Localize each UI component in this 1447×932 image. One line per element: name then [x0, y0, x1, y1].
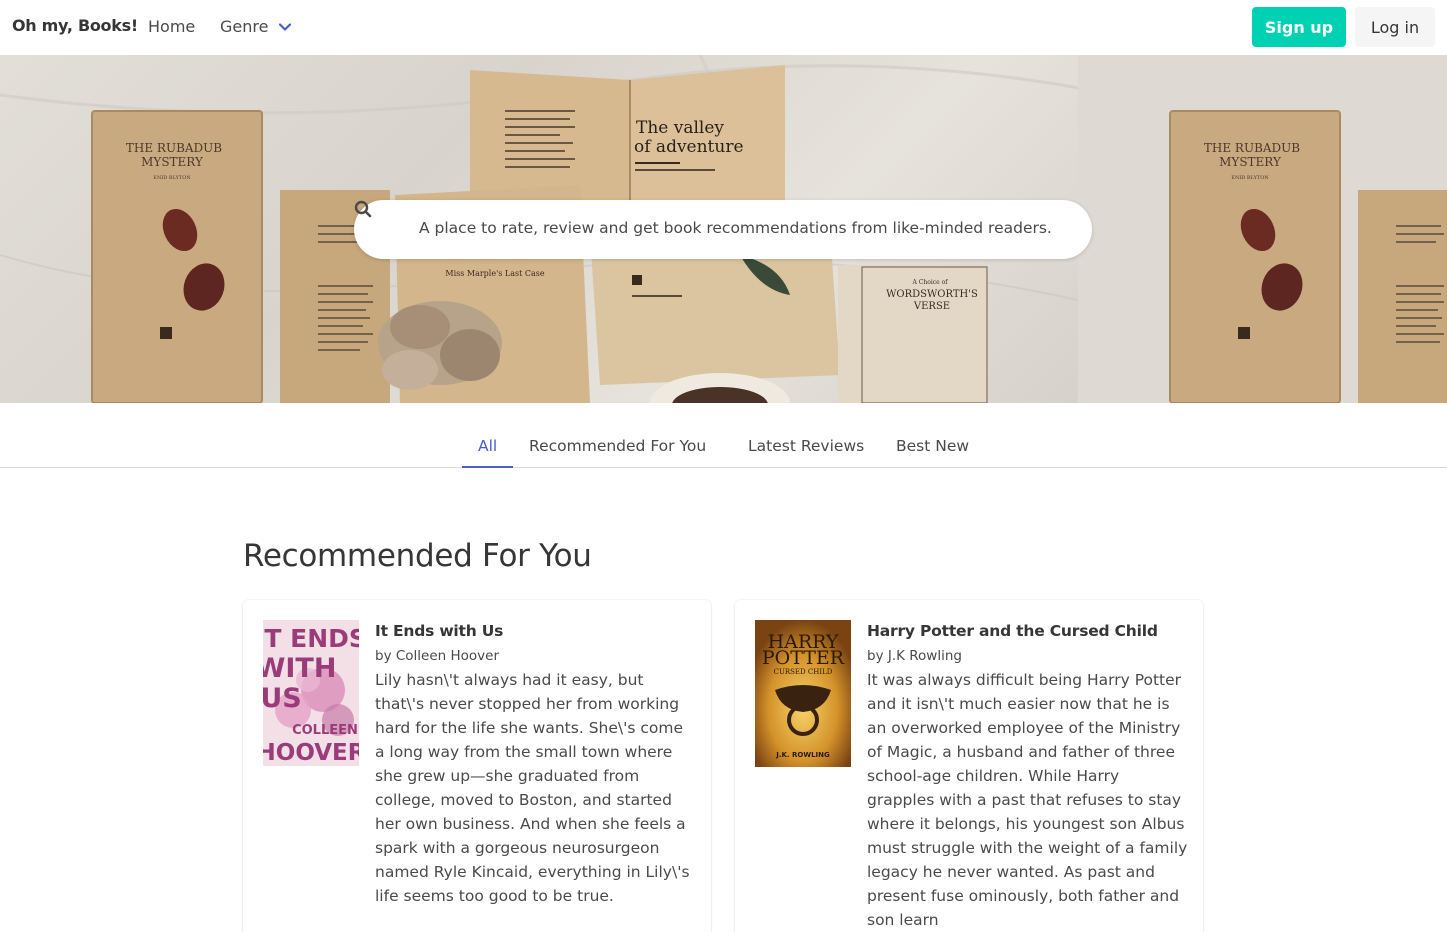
nav-genre-dropdown[interactable]: Genre [220, 17, 268, 36]
book-title[interactable]: Harry Potter and the Cursed Child [867, 622, 1158, 640]
cover-title-line3: US [263, 683, 302, 714]
svg-text:MYSTERY: MYSTERY [1219, 155, 1282, 169]
tab-active-indicator [462, 466, 513, 468]
book-description: Lily hasn\'t always had it easy, but tha… [375, 671, 690, 905]
book-card[interactable]: IT ENDS WITH US COLLEEN HOOVER It Ends w… [243, 600, 711, 932]
svg-text:Miss Marple's Last Case: Miss Marple's Last Case [445, 269, 544, 278]
cover-author-line1: COLLEEN [292, 723, 358, 738]
book-author: by J.K Rowling [867, 648, 962, 664]
cover-title-line1: IT ENDS [263, 624, 359, 653]
search-placeholder: A place to rate, review and get book rec… [419, 219, 1052, 237]
book-cover-image[interactable]: HARRY POTTER CURSED CHILD J.K. ROWLING [755, 620, 851, 767]
tab-recommended-for-you[interactable]: Recommended For You [529, 437, 706, 455]
tab-best-new[interactable]: Best New [896, 437, 969, 455]
svg-text:MYSTERY: MYSTERY [141, 155, 204, 169]
svg-text:ENID BLYTON: ENID BLYTON [1231, 175, 1269, 181]
tab-all[interactable]: All [478, 437, 497, 455]
login-button[interactable]: Log in [1355, 7, 1435, 47]
search-input[interactable]: A place to rate, review and get book rec… [354, 200, 1092, 259]
book-card[interactable]: HARRY POTTER CURSED CHILD J.K. ROWLING H… [735, 600, 1203, 932]
hero-banner: THE RUBADUB MYSTERY ENID BLYTON The vall… [0, 55, 1447, 403]
cover-title-line2: POTTER [762, 647, 845, 669]
tab-latest-reviews[interactable]: Latest Reviews [748, 437, 864, 455]
svg-text:VERSE: VERSE [913, 301, 950, 312]
svg-text:WORDSWORTH'S: WORDSWORTH'S [886, 289, 978, 300]
cover-author: J.K. ROWLING [775, 751, 830, 759]
cover-title-line2: WITH [263, 653, 336, 684]
brand-logo[interactable]: Oh my, Books! [12, 16, 138, 35]
dried-flowers [378, 301, 502, 390]
navbar: Oh my, Books! Home Genre Sign up Log in [0, 0, 1447, 55]
svg-text:THE RUBADUB: THE RUBADUB [126, 141, 222, 155]
svg-text:The valley: The valley [636, 118, 724, 138]
book-rubadub-left: THE RUBADUB MYSTERY ENID BLYTON [91, 110, 263, 403]
nav-home-link[interactable]: Home [148, 17, 195, 36]
book-title[interactable]: It Ends with Us [375, 622, 503, 640]
book-description: It was always difficult being Harry Pott… [867, 671, 1188, 929]
book-rubadub-right: THE RUBADUB MYSTERY ENID BLYTON [1169, 110, 1341, 403]
book-wordsworth: A Choice of WORDSWORTH'S VERSE [838, 265, 988, 403]
content-tabs: All Recommended For You Latest Reviews B… [0, 403, 1447, 468]
section-title: Recommended For You [243, 538, 592, 574]
svg-text:ENID BLYTON: ENID BLYTON [153, 175, 191, 181]
book-author: by Colleen Hoover [375, 648, 500, 664]
book-cover-image[interactable]: IT ENDS WITH US COLLEEN HOOVER [263, 620, 359, 766]
search-icon [354, 200, 372, 218]
cover-subtitle: CURSED CHILD [774, 668, 833, 676]
cover-author-line2: HOOVER [263, 740, 359, 766]
signup-button[interactable]: Sign up [1252, 7, 1346, 47]
svg-text:of adventure: of adventure [634, 137, 744, 157]
svg-text:THE RUBADUB: THE RUBADUB [1204, 141, 1300, 155]
chevron-down-icon[interactable] [278, 20, 292, 34]
svg-text:A Choice of: A Choice of [912, 279, 949, 286]
